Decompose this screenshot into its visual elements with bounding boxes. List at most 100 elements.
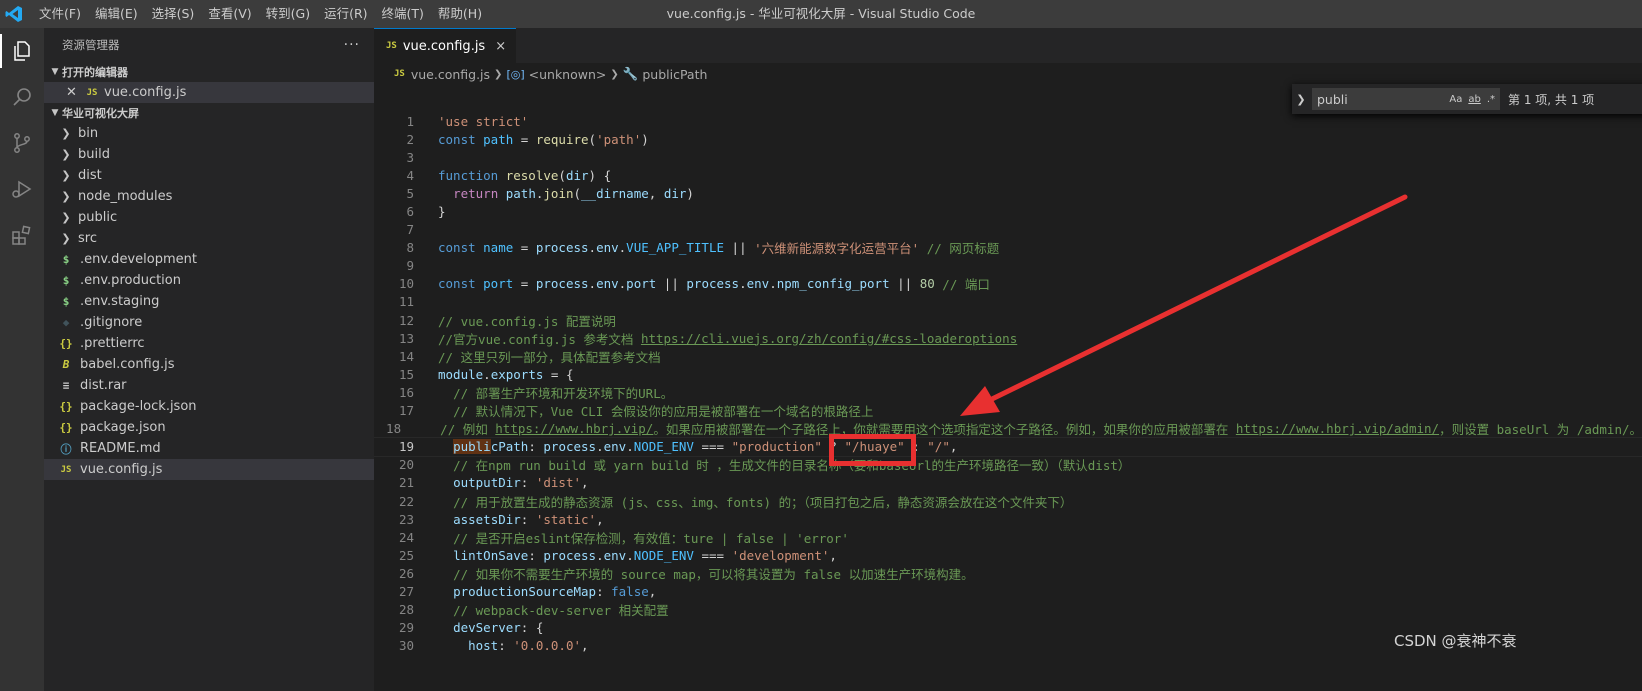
code-line[interactable]: 5 return path. join(__dirname, dir) — [374, 184, 1642, 202]
project-section[interactable]: ▼ 华业可视化大屏 — [44, 103, 374, 123]
code-line[interactable]: 28 // webpack-dev-server 相关配置 — [374, 601, 1642, 619]
code-line[interactable]: 10 const port = process. env. port || proce… — [374, 275, 1642, 293]
code-line[interactable]: 26 // 如果你不需要生产环境的 source map，可以将其设置为 fal… — [374, 564, 1642, 582]
object-icon: [◎] — [506, 67, 525, 81]
code-token: "/" — [927, 439, 950, 455]
file-item[interactable]: ⓘ README.md — [44, 438, 374, 459]
code-line[interactable]: 13 //官方vue.config.js 参考文档 https://cli.vue… — [374, 329, 1642, 347]
code-line[interactable]: 18 // 例如 https://www.hbrj.vip/。如果应用被部署在一… — [374, 420, 1642, 438]
file-item[interactable]: {} package.json — [44, 417, 374, 438]
folder-item[interactable]: ❯ node_modules — [44, 186, 374, 207]
folder-item[interactable]: ❯ build — [44, 144, 374, 165]
match-case-button[interactable]: Aa — [1449, 94, 1462, 105]
code-line[interactable]: 16 // 部署生产环境和开发环境下的URL。 — [374, 383, 1642, 401]
git-icon: ◆ — [62, 316, 70, 329]
menu-item[interactable]: 终端(T) — [375, 0, 431, 28]
regex-button[interactable]: .* — [1487, 94, 1495, 105]
code-line[interactable]: 7 — [374, 221, 1642, 239]
menu-item[interactable]: 选择(S) — [145, 0, 202, 28]
code-token: const — [438, 240, 484, 256]
code-line[interactable]: 2 const path = require('path') — [374, 130, 1642, 148]
line-number: 4 — [406, 167, 414, 183]
source-control-icon[interactable] — [0, 120, 44, 166]
code-line[interactable]: 6} — [374, 202, 1642, 220]
folder-item[interactable]: ❯ src — [44, 228, 374, 249]
menu-item[interactable]: 编辑(E) — [88, 0, 145, 28]
chevron-down-icon: ▼ — [51, 108, 59, 118]
close-icon[interactable]: × — [495, 39, 506, 54]
file-item[interactable]: ◆ .gitignore — [44, 312, 374, 333]
breadcrumb-object[interactable]: <unknown> — [529, 67, 607, 82]
folder-item[interactable]: ❯ dist — [44, 165, 374, 186]
code-line[interactable]: 9 — [374, 257, 1642, 275]
code-line[interactable]: 25 lintOnSave: process. env. NODE_ENV === … — [374, 546, 1642, 564]
code-line[interactable]: 22 // 用于放置生成的静态资源 (js、css、img、fonts) 的；（… — [374, 492, 1642, 510]
code-token: NODE_ENV — [633, 547, 694, 563]
line-number: 30 — [398, 638, 414, 654]
code-line[interactable]: 1 'use strict' — [374, 112, 1642, 130]
code-line[interactable]: 11 — [374, 293, 1642, 311]
open-editor-item[interactable]: ✕ JS vue.config.js — [44, 82, 374, 103]
code-token: ，则设置 baseUrl 为 /admin/。 — [1439, 422, 1642, 438]
menu-item[interactable]: 帮助(H) — [431, 0, 489, 28]
menu-item[interactable]: 查看(V) — [201, 0, 258, 28]
code-view[interactable]: 1'use strict' 2 const path = require('path… — [374, 112, 1642, 655]
run-debug-icon[interactable] — [0, 166, 44, 212]
code-token: 'static' — [535, 511, 597, 527]
line-number: 27 — [398, 583, 414, 599]
files-icon[interactable] — [0, 28, 44, 74]
file-item[interactable]: $ .env.development — [44, 249, 374, 270]
chevron-right-icon: ❯ — [61, 211, 71, 224]
open-editors-section[interactable]: ▼ 打开的编辑器 — [44, 62, 374, 82]
code-line[interactable]: 12 // vue.config.js 配置说明 — [374, 311, 1642, 329]
breadcrumb-file[interactable]: vue.config.js — [411, 67, 490, 82]
tab-bar: JS vue.config.js × — [374, 28, 1642, 63]
code-line[interactable]: 23 assetsDir: 'static', — [374, 510, 1642, 528]
file-item[interactable]: $ .env.production — [44, 270, 374, 291]
code-token: , — [648, 185, 664, 201]
code-line[interactable]: 24 // 是否开启eslint保存检测，有效值：ture | false | … — [374, 528, 1642, 546]
annotation-highlight-box — [829, 434, 916, 466]
code-line[interactable]: 19 publi cPath: process. env. NODE_ENV === … — [374, 436, 1642, 457]
file-item[interactable]: {} .prettierrc — [44, 333, 374, 354]
toggle-replace-icon[interactable]: ❯ — [1292, 93, 1310, 106]
code-line[interactable]: 8 const name = process. env. VUE_APP_TITLE … — [374, 239, 1642, 257]
code-line[interactable]: 4 function resolve(dir) { — [374, 166, 1642, 184]
file-item[interactable]: {} package-lock.json — [44, 396, 374, 417]
code-token: 'path' — [596, 131, 642, 147]
close-icon[interactable]: ✕ — [66, 85, 84, 100]
folder-item[interactable]: ❯ public — [44, 207, 374, 228]
file-item[interactable]: $ .env.staging — [44, 291, 374, 312]
code-line[interactable]: 21 outputDir: 'dist', — [374, 474, 1642, 492]
code-token: false — [611, 583, 649, 599]
file-item[interactable]: JS vue.config.js — [44, 459, 374, 480]
code-token: ) — [641, 131, 649, 147]
code-token: . — [626, 439, 634, 455]
menu-item[interactable]: 运行(R) — [317, 0, 374, 28]
more-actions-icon[interactable]: ··· — [344, 37, 360, 53]
menu-item[interactable]: 文件(F) — [32, 0, 88, 28]
file-item[interactable]: Bbabel.config.js — [44, 354, 374, 375]
code-token: . — [483, 366, 491, 382]
extensions-icon[interactable] — [0, 212, 44, 258]
breadcrumb-property[interactable]: publicPath — [642, 67, 707, 82]
code-line[interactable]: 14 // 这里只列一部分，具体配置参考文档 — [374, 347, 1642, 365]
menu-item[interactable]: 转到(G) — [259, 0, 317, 28]
code-line[interactable]: 15 module. exports = { — [374, 365, 1642, 383]
tab-vue-config[interactable]: JS vue.config.js × — [374, 28, 517, 63]
match-word-button[interactable]: ab — [1468, 94, 1480, 105]
code-line[interactable]: 3 — [374, 148, 1642, 166]
code-line[interactable]: 20 // 在npm run build 或 yarn build 时 ，生成文… — [374, 456, 1642, 474]
file-item[interactable]: ≡ dist.rar — [44, 375, 374, 396]
tree-item-label: dist — [78, 168, 102, 183]
code-line[interactable]: 17 // 默认情况下，Vue CLI 会假设你的应用是被部署在一个域名的根路径… — [374, 402, 1642, 420]
code-line[interactable]: 27 productionSourceMap: false, — [374, 582, 1642, 600]
search-icon[interactable] — [0, 74, 44, 120]
tree-item-label: package.json — [80, 420, 166, 435]
folder-item[interactable]: ❯ bin — [44, 123, 374, 144]
code-token: . — [588, 276, 597, 292]
find-input[interactable]: publi Aa ab .* — [1312, 88, 1500, 110]
